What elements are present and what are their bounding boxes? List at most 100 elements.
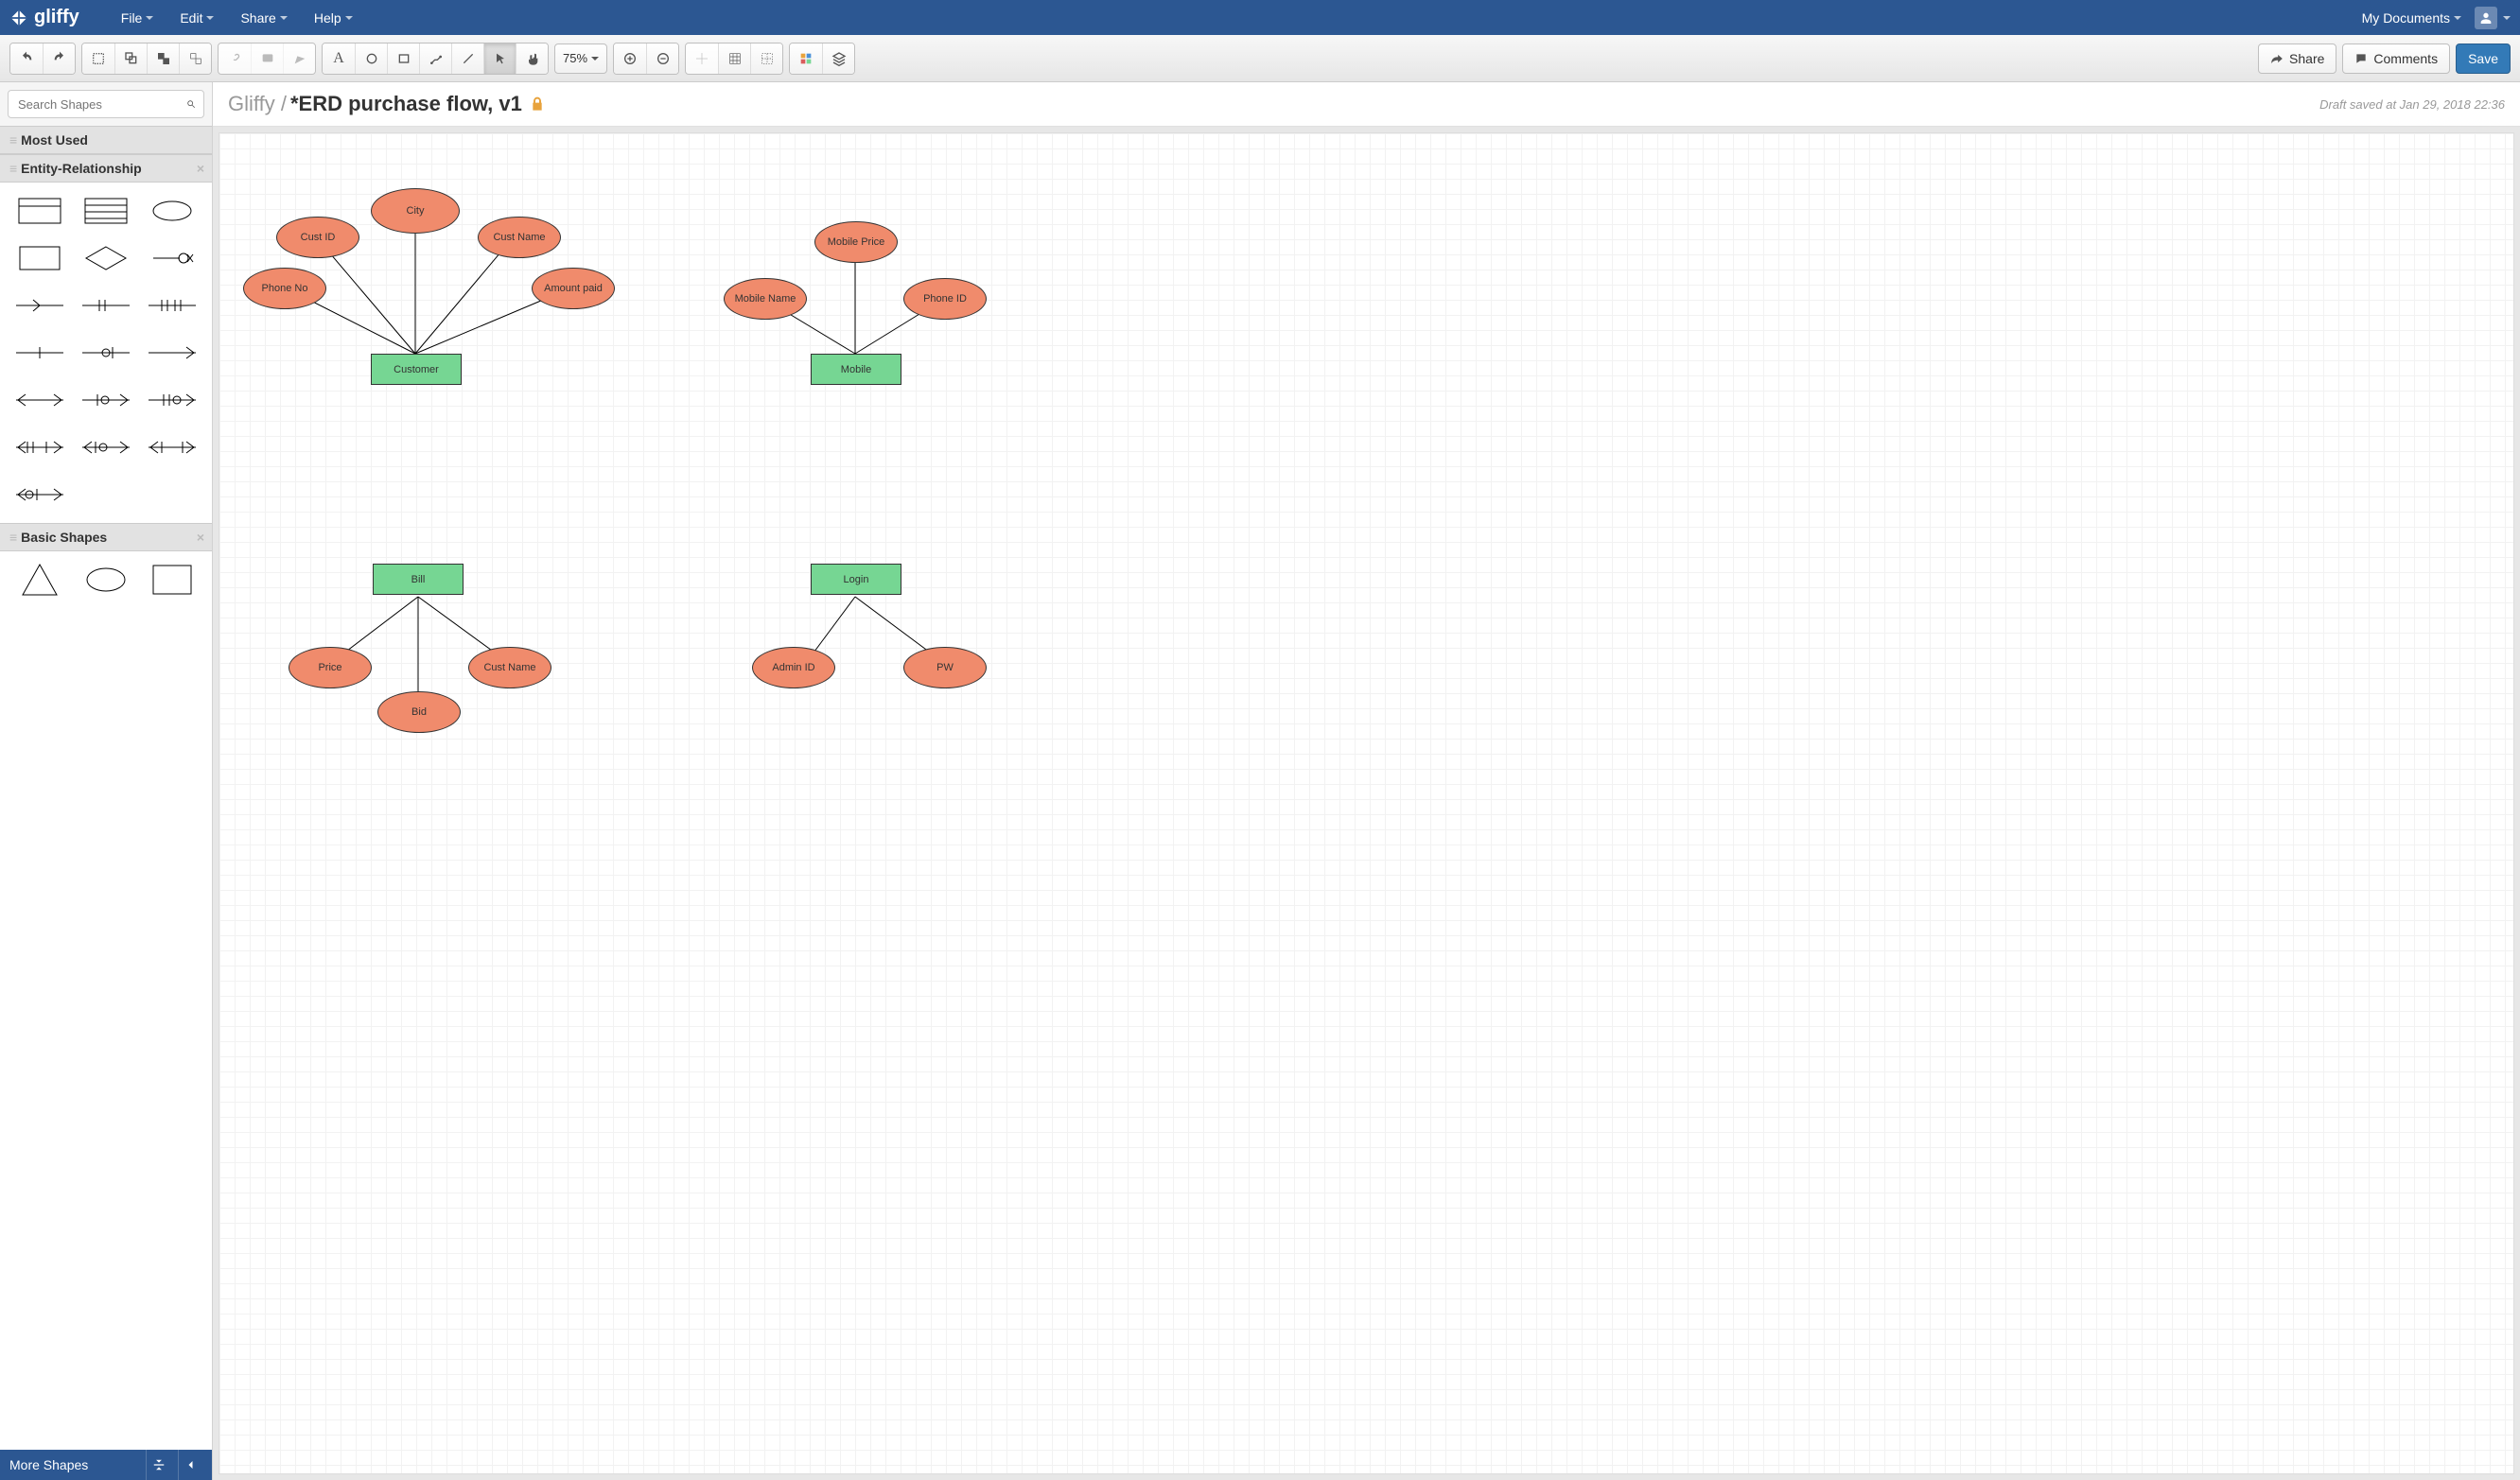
avatar[interactable] bbox=[2475, 7, 2497, 29]
section-entity-relationship[interactable]: ≡Entity-Relationship× bbox=[0, 154, 212, 183]
er-rel-12[interactable] bbox=[140, 430, 204, 464]
app-name: gliffy bbox=[34, 7, 79, 28]
er-rel-1[interactable] bbox=[8, 288, 72, 322]
comments-button[interactable]: Comments bbox=[2342, 44, 2450, 74]
attr-city[interactable]: City bbox=[371, 188, 460, 234]
fit-button[interactable] bbox=[82, 44, 114, 74]
basic-triangle[interactable] bbox=[8, 563, 72, 597]
attr-mobile-price[interactable]: Mobile Price bbox=[814, 221, 898, 263]
close-icon[interactable]: × bbox=[197, 161, 204, 176]
er-rel-9[interactable] bbox=[140, 383, 204, 417]
collapse-sidebar-icon[interactable] bbox=[178, 1450, 202, 1480]
attr-amount-paid[interactable]: Amount paid bbox=[532, 268, 615, 309]
zoom-in-button[interactable] bbox=[614, 44, 646, 74]
chevron-down-icon bbox=[591, 57, 599, 61]
pointer-tool[interactable] bbox=[483, 44, 516, 74]
group-button[interactable] bbox=[114, 44, 147, 74]
menu-share[interactable]: Share bbox=[227, 0, 300, 35]
er-rel-6[interactable] bbox=[140, 336, 204, 370]
connector-tool[interactable] bbox=[419, 44, 451, 74]
attr-pw[interactable]: PW bbox=[903, 647, 987, 688]
undo-button[interactable] bbox=[10, 44, 43, 74]
er-rel-10[interactable] bbox=[8, 430, 72, 464]
er-rel-4[interactable] bbox=[8, 336, 72, 370]
theme-button[interactable] bbox=[790, 44, 822, 74]
er-rel-2[interactable] bbox=[74, 288, 138, 322]
menu-file[interactable]: File bbox=[108, 0, 167, 35]
entity-bill[interactable]: Bill bbox=[373, 564, 464, 595]
attr-cust-name[interactable]: Cust Name bbox=[478, 217, 561, 258]
close-icon[interactable]: × bbox=[197, 530, 204, 545]
link-button bbox=[219, 44, 251, 74]
attr-admin-id[interactable]: Admin ID bbox=[752, 647, 835, 688]
more-shapes-link[interactable]: More Shapes bbox=[9, 1457, 88, 1472]
entity-mobile[interactable]: Mobile bbox=[811, 354, 901, 385]
chevron-down-icon[interactable] bbox=[2503, 16, 2511, 20]
basic-shape-palette bbox=[0, 551, 212, 601]
grip-icon: ≡ bbox=[9, 161, 15, 176]
lock-icon bbox=[530, 96, 545, 112]
attr-bid[interactable]: Bid bbox=[377, 691, 461, 733]
layers-button[interactable] bbox=[822, 44, 854, 74]
er-shape-table1[interactable] bbox=[8, 194, 72, 228]
chevron-down-icon bbox=[280, 16, 288, 20]
share-icon bbox=[2270, 52, 2284, 65]
er-shape-ellipse[interactable] bbox=[140, 194, 204, 228]
popup-button bbox=[283, 44, 315, 74]
toolbar: A 75% Share Comments Save bbox=[0, 35, 2520, 82]
page-title[interactable]: *ERD purchase flow, v1 bbox=[290, 92, 522, 116]
zoom-out-button[interactable] bbox=[646, 44, 678, 74]
menu-help[interactable]: Help bbox=[301, 0, 366, 35]
ungroup-button[interactable] bbox=[147, 44, 179, 74]
arrange-button[interactable] bbox=[179, 44, 211, 74]
er-rel-8[interactable] bbox=[74, 383, 138, 417]
er-shape-diamond[interactable] bbox=[74, 241, 138, 275]
er-rel-13[interactable] bbox=[8, 478, 72, 512]
expand-icon[interactable] bbox=[146, 1450, 170, 1480]
share-button[interactable]: Share bbox=[2258, 44, 2336, 74]
comment-icon bbox=[2354, 52, 2368, 65]
er-shape-rect[interactable] bbox=[8, 241, 72, 275]
section-most-used[interactable]: ≡Most Used bbox=[0, 126, 212, 154]
basic-ellipse[interactable] bbox=[74, 563, 138, 597]
attr-cust-name-2[interactable]: Cust Name bbox=[468, 647, 551, 688]
attr-phone-no[interactable]: Phone No bbox=[243, 268, 326, 309]
snap-grid-button[interactable] bbox=[750, 44, 782, 74]
diagram-canvas[interactable]: Customer Cust ID City Cust Name Phone No… bbox=[219, 132, 2514, 1474]
chevron-down-icon bbox=[146, 16, 153, 20]
entity-login[interactable]: Login bbox=[811, 564, 901, 595]
er-shape-palette bbox=[0, 183, 212, 523]
pan-tool[interactable] bbox=[516, 44, 548, 74]
grid-button[interactable] bbox=[718, 44, 750, 74]
er-shape-key[interactable] bbox=[140, 241, 204, 275]
shape-sidebar: ≡Most Used ≡Entity-Relationship× bbox=[0, 82, 213, 1480]
line-tool[interactable] bbox=[451, 44, 483, 74]
er-rel-5[interactable] bbox=[74, 336, 138, 370]
text-tool[interactable]: A bbox=[323, 44, 355, 74]
note-button bbox=[251, 44, 283, 74]
canvas-area: Gliffy / *ERD purchase flow, v1 Draft sa… bbox=[213, 82, 2520, 1480]
er-shape-table2[interactable] bbox=[74, 194, 138, 228]
document-title-bar: Gliffy / *ERD purchase flow, v1 Draft sa… bbox=[213, 82, 2520, 127]
redo-button[interactable] bbox=[43, 44, 75, 74]
er-rel-3[interactable] bbox=[140, 288, 204, 322]
breadcrumb[interactable]: Gliffy / bbox=[228, 92, 287, 116]
basic-rect[interactable] bbox=[140, 563, 204, 597]
sidebar-footer: More Shapes bbox=[0, 1450, 212, 1480]
search-icon bbox=[186, 97, 196, 111]
menu-my-documents[interactable]: My Documents bbox=[2349, 0, 2475, 35]
attr-cust-id[interactable]: Cust ID bbox=[276, 217, 359, 258]
zoom-select[interactable]: 75% bbox=[554, 44, 607, 74]
er-rel-11[interactable] bbox=[74, 430, 138, 464]
ellipse-tool[interactable] bbox=[355, 44, 387, 74]
rect-tool[interactable] bbox=[387, 44, 419, 74]
menu-edit[interactable]: Edit bbox=[166, 0, 227, 35]
save-button[interactable]: Save bbox=[2456, 44, 2511, 74]
search-shapes-input[interactable] bbox=[8, 90, 204, 118]
section-basic-shapes[interactable]: ≡Basic Shapes× bbox=[0, 523, 212, 551]
attr-phone-id[interactable]: Phone ID bbox=[903, 278, 987, 320]
attr-mobile-name[interactable]: Mobile Name bbox=[724, 278, 807, 320]
attr-price[interactable]: Price bbox=[289, 647, 372, 688]
er-rel-7[interactable] bbox=[8, 383, 72, 417]
entity-customer[interactable]: Customer bbox=[371, 354, 462, 385]
